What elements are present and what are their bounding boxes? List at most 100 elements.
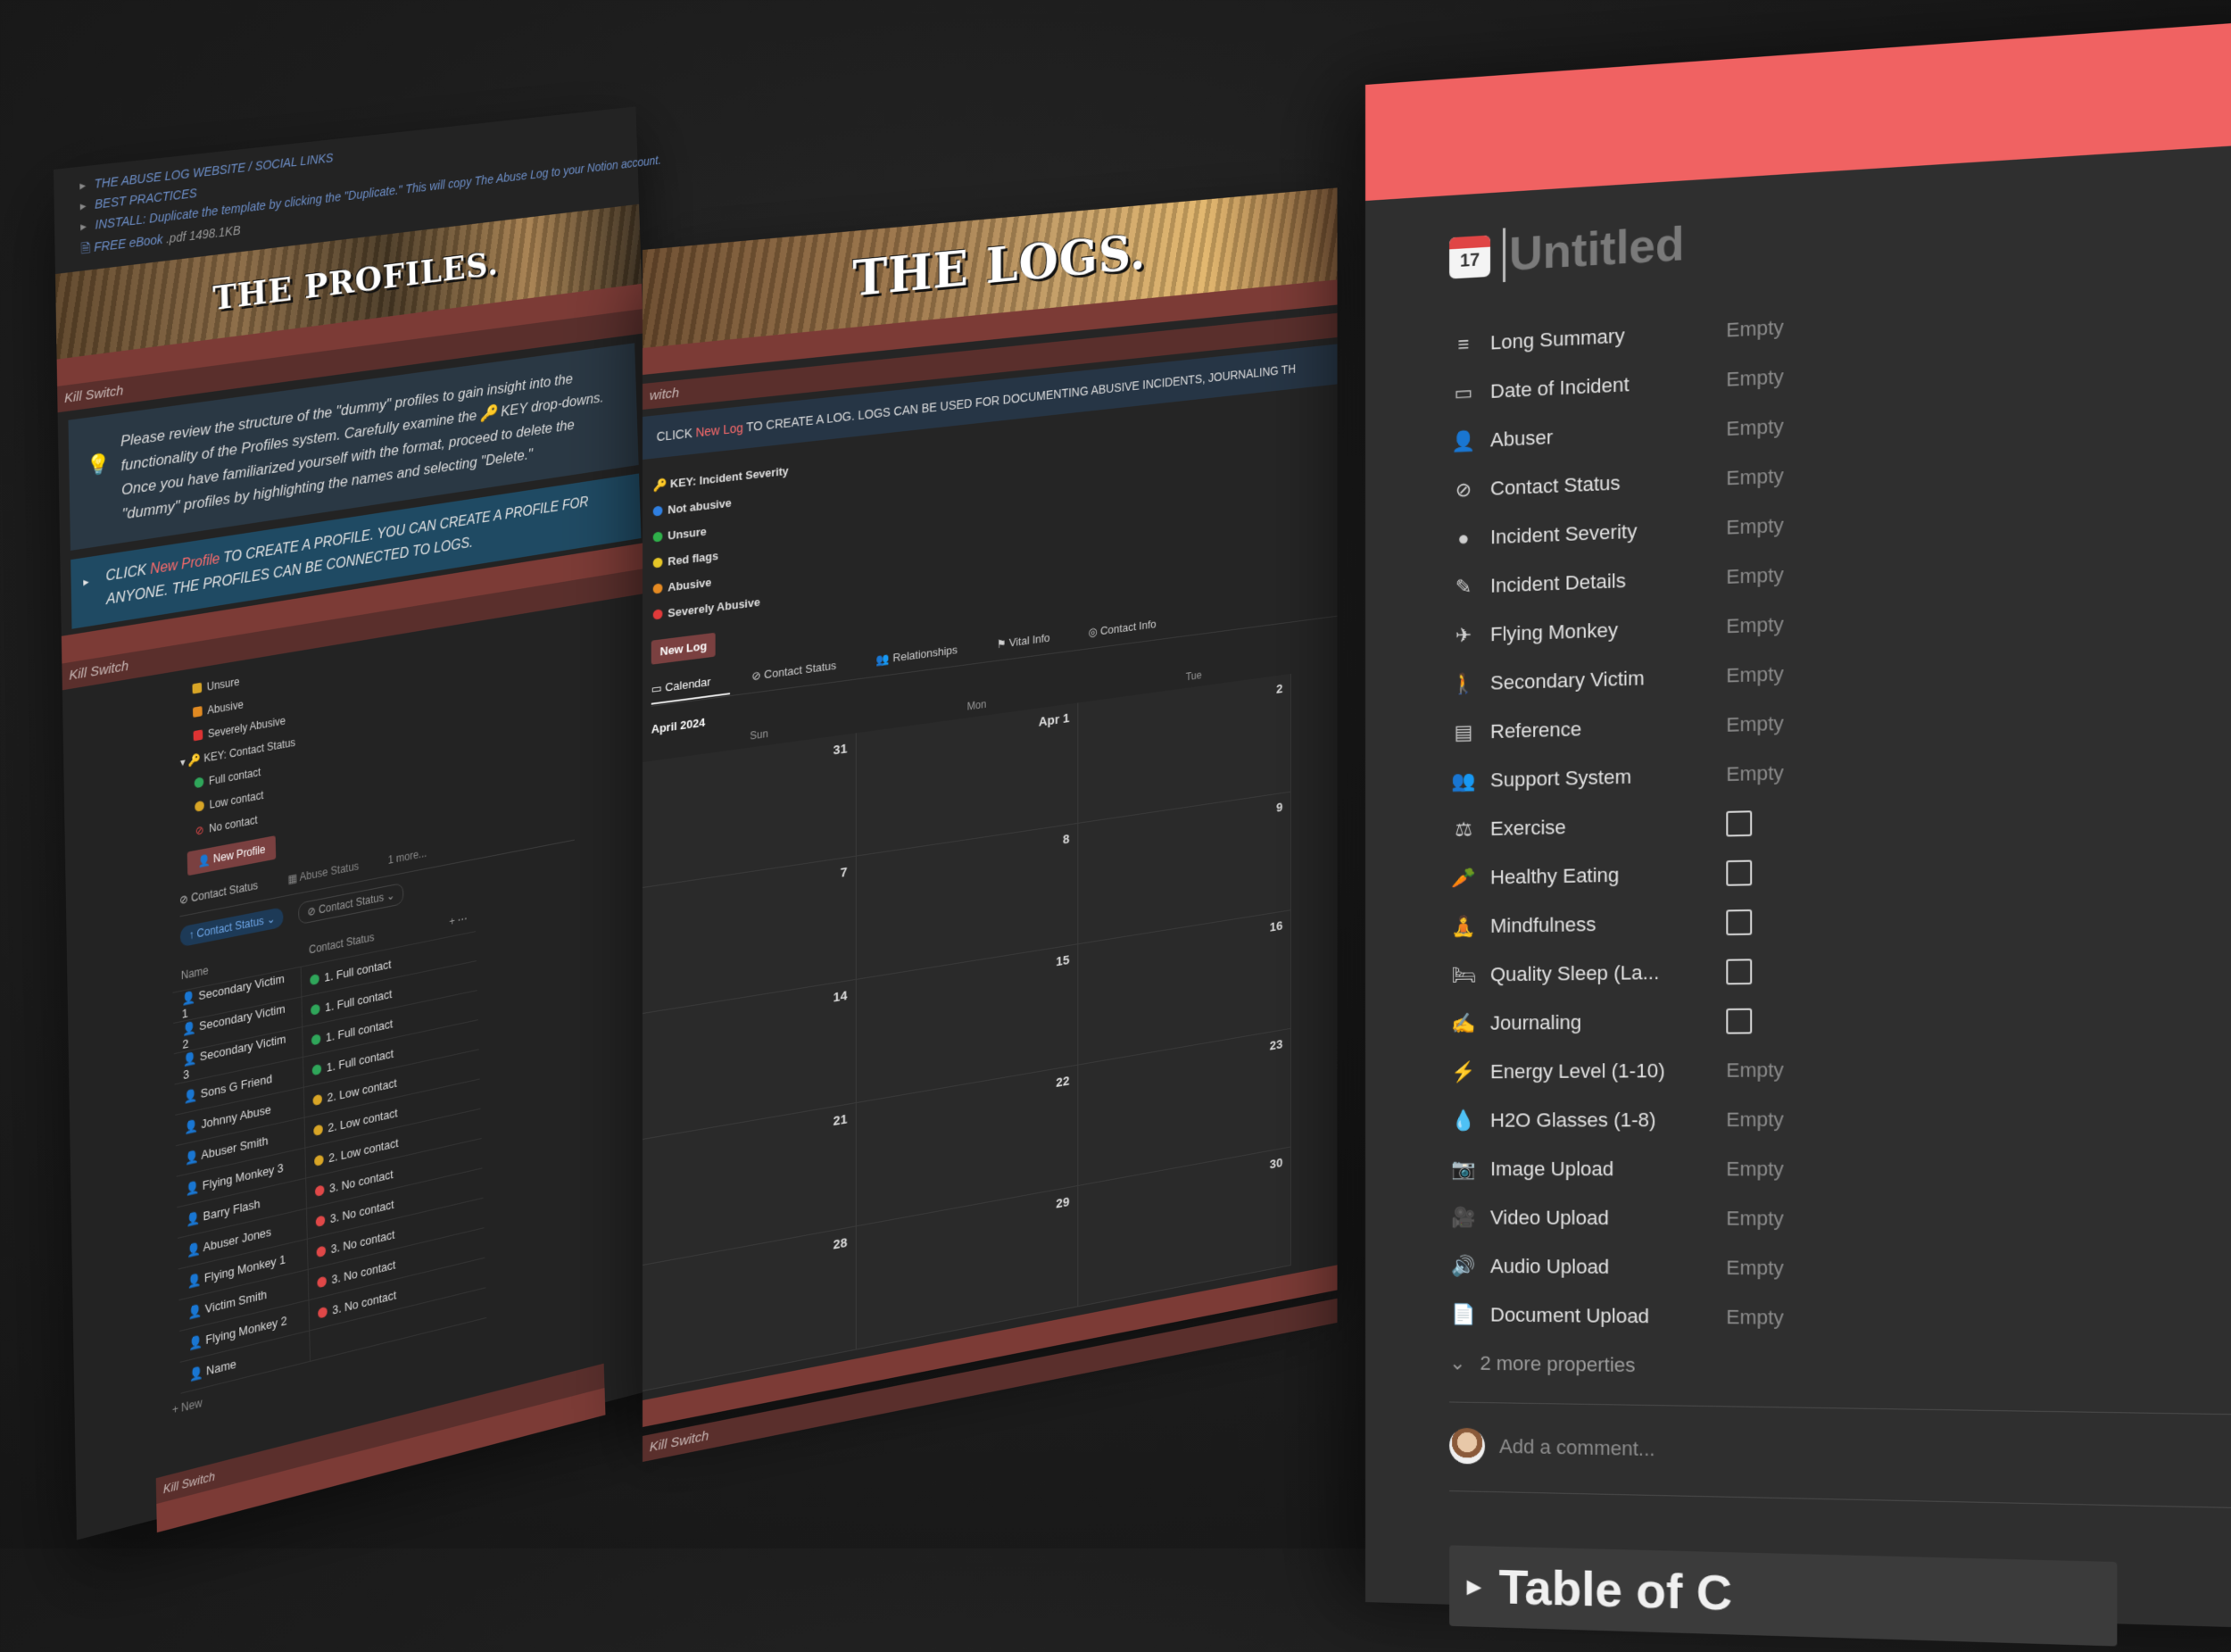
tab-more[interactable]: 1 more...: [388, 847, 427, 867]
tab-relationships[interactable]: 👥 Relationships: [876, 641, 975, 666]
chevron-down-icon: ▾ 🔑: [179, 751, 204, 769]
property-icon: ●: [1457, 527, 1470, 550]
profiles-table: Name Contact Status + ⋯ 👤 Secondary Vict…: [171, 902, 487, 1394]
person-icon: 👤: [183, 1086, 201, 1105]
toggle-arrow-icon: ▸: [83, 574, 89, 589]
property-value[interactable]: Empty: [1726, 415, 1784, 442]
calendar-date: 14: [833, 988, 848, 1006]
new-profile-button[interactable]: 👤 New Profile: [187, 835, 276, 876]
property-value[interactable]: Empty: [1726, 563, 1784, 589]
property-value[interactable]: Empty: [1726, 1256, 1784, 1280]
square-icon: [193, 729, 203, 742]
property-row[interactable]: 🔊 Audio Upload Empty: [1449, 1241, 1963, 1294]
status-dot-icon: [312, 1093, 323, 1106]
property-row[interactable]: ⚡ Energy Level (1-10) Empty: [1449, 1044, 1963, 1097]
property-value[interactable]: Empty: [1726, 365, 1784, 392]
calendar-date: 22: [1056, 1073, 1070, 1091]
property-row[interactable]: 🥕 Healthy Eating: [1449, 843, 1963, 902]
property-icon: 📷: [1451, 1157, 1476, 1181]
property-icon: 🛏: [1451, 963, 1476, 986]
property-row[interactable]: 💧 H2O Glasses (1-8) Empty: [1449, 1094, 1963, 1145]
status-dot-icon: [317, 1274, 327, 1288]
calendar-date: 9: [1276, 800, 1283, 816]
severity-dot-icon: [652, 531, 663, 543]
calendar-icon[interactable]: 17: [1449, 235, 1491, 279]
square-icon: [192, 706, 203, 718]
new-log-link[interactable]: New Log: [695, 420, 742, 440]
calendar-date: 30: [1269, 1155, 1283, 1173]
calendar-date: 16: [1269, 918, 1283, 935]
property-value[interactable]: Empty: [1726, 1108, 1784, 1132]
new-profile-link[interactable]: New Profile: [150, 552, 220, 577]
property-name: Flying Monkey: [1490, 618, 1619, 646]
ebook-title: FREE eBook: [94, 231, 163, 254]
property-row[interactable]: 🧘 Mindfulness: [1449, 894, 1963, 951]
calendar-grid: 31 Apr 1 2 7 8 9 14 15 16 21 22 23 28 29 30: [643, 668, 1338, 1391]
more-properties-toggle[interactable]: ⌄ 2 more properties: [1449, 1351, 2231, 1387]
chevron-down-icon: ⌄: [1449, 1351, 1466, 1374]
calendar-date: Apr 1: [1038, 710, 1070, 730]
toc-title: Table of C: [1498, 1559, 1732, 1622]
status-dot-icon: [316, 1244, 327, 1258]
property-row[interactable]: 🛏 Quality Sleep (La...: [1449, 944, 1963, 1000]
new-log-button[interactable]: New Log: [651, 632, 716, 665]
calendar-date: 7: [840, 864, 848, 881]
property-row[interactable]: 📄 Document Upload Empty: [1449, 1291, 1963, 1345]
comment-input[interactable]: Add a comment...: [1449, 1427, 2231, 1481]
property-value[interactable]: Empty: [1726, 513, 1784, 539]
calendar-date: 23: [1269, 1036, 1283, 1054]
person-icon: 👤: [188, 1332, 206, 1351]
divider: [1449, 1490, 2231, 1509]
property-value[interactable]: Empty: [1726, 612, 1784, 638]
property-value[interactable]: Empty: [1726, 1158, 1784, 1182]
page-title-row: 17 Untitled: [1449, 178, 2231, 286]
tab-contact-status[interactable]: ⊘ Contact Status: [751, 656, 855, 683]
tab-contact-info[interactable]: ◎ Contact Info: [1089, 615, 1174, 639]
tab-calendar[interactable]: ▭ Calendar: [651, 672, 730, 705]
property-name: Video Upload: [1490, 1206, 1609, 1230]
property-value[interactable]: Empty: [1726, 711, 1784, 736]
property-checkbox[interactable]: [1726, 1008, 1753, 1034]
status-dot-icon: [314, 1183, 325, 1197]
tab-contact-status[interactable]: ⊘ Contact Status: [179, 876, 271, 907]
property-name: Support System: [1490, 765, 1632, 792]
toc-toggle-heading[interactable]: ▶ Table of C: [1449, 1545, 2118, 1647]
file-icon: 🗎: [80, 239, 95, 256]
property-checkbox[interactable]: [1726, 959, 1753, 985]
property-checkbox[interactable]: [1726, 859, 1753, 886]
page-title[interactable]: Untitled: [1503, 217, 1685, 283]
property-checkbox[interactable]: [1726, 810, 1753, 837]
calendar-date: 31: [833, 741, 848, 759]
mockup-scene: ▸ THE ABUSE LOG WEBSITE / SOCIAL LINKS ▸ B…: [0, 0, 2231, 1647]
property-value[interactable]: Empty: [1726, 662, 1784, 688]
property-checkbox[interactable]: [1726, 909, 1753, 936]
key-icon: 🔑: [652, 477, 671, 493]
toggle-arrow-icon: ▸: [80, 218, 87, 234]
property-name: Contact Status: [1490, 471, 1621, 500]
square-icon: [192, 682, 203, 694]
property-value[interactable]: Empty: [1726, 761, 1784, 786]
property-icon: ⚡: [1451, 1060, 1476, 1083]
tab-abuse-status[interactable]: ▦ Abuse Status: [287, 857, 372, 885]
property-name: Date of Incident: [1490, 372, 1630, 403]
property-value[interactable]: Empty: [1726, 1306, 1784, 1330]
property-row[interactable]: 📷 Image Upload Empty: [1449, 1144, 1963, 1194]
property-value[interactable]: Empty: [1726, 464, 1784, 491]
toggle-arrow-icon: ▶: [1467, 1576, 1481, 1598]
property-value[interactable]: Empty: [1726, 316, 1784, 343]
property-value[interactable]: Empty: [1726, 1207, 1784, 1231]
person-icon: 👤: [187, 1271, 205, 1290]
more-properties-label: 2 more properties: [1480, 1351, 1636, 1377]
tab-vital-info[interactable]: ⚑ Vital Info: [997, 628, 1068, 651]
severity-label: Red flags: [668, 548, 719, 569]
page-cover: [1365, 17, 2231, 201]
property-row[interactable]: ✍ Journaling: [1449, 994, 1963, 1048]
property-value[interactable]: Empty: [1726, 1058, 1784, 1083]
tab-label: Contact Status: [764, 658, 837, 682]
property-row[interactable]: 🎥 Video Upload Empty: [1449, 1193, 1963, 1244]
calendar-icon-day: 17: [1459, 250, 1480, 271]
property-icon: ▭: [1454, 380, 1473, 405]
severity-label: Severely Abusive: [668, 594, 760, 620]
button-label: New Profile: [212, 843, 266, 866]
status-dot-icon: [310, 973, 319, 985]
